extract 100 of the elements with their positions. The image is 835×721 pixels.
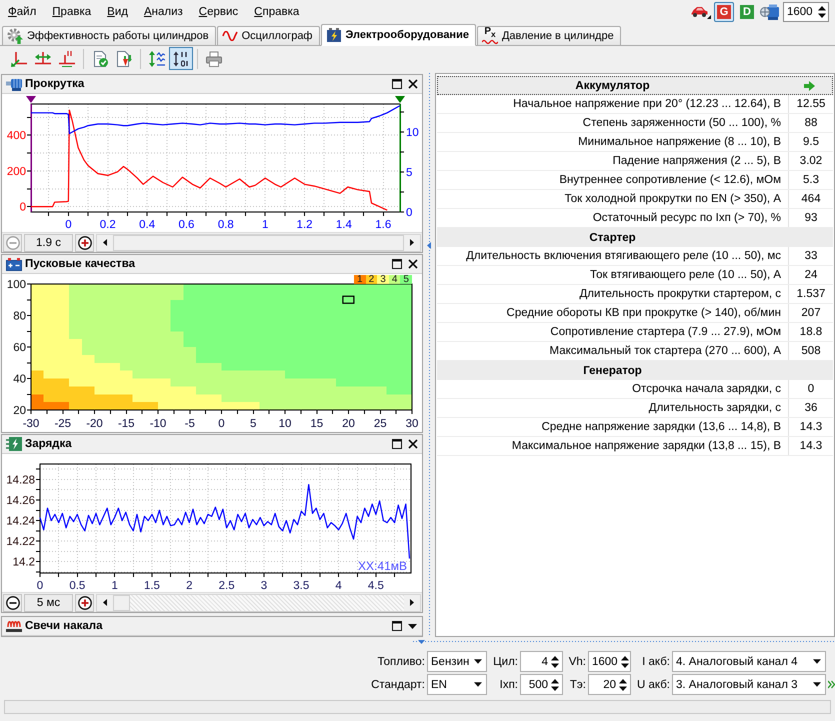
spin-box[interactable]: 1600 — [588, 651, 631, 672]
tab[interactable]: P$_{x}$ Давление в цилиндре — [476, 26, 621, 46]
engine-icon — [760, 4, 780, 20]
x-tick-label: -25 — [54, 418, 72, 430]
parameter-value: 5.3 — [788, 171, 833, 189]
horizontal-scrollbar[interactable] — [96, 234, 421, 252]
maximize-icon — [392, 439, 402, 449]
menu-item[interactable]: Файл — [0, 3, 44, 21]
close-icon — [408, 79, 418, 89]
spin-box[interactable]: 4 — [520, 651, 563, 672]
spin-arrows-icon — [551, 654, 559, 668]
x-tick-label: -5 — [184, 418, 195, 430]
time-scale-field[interactable]: 5 мс — [24, 594, 73, 612]
rpm-spinbox[interactable]: 1600 — [783, 2, 829, 22]
menu-item[interactable]: Анализ — [136, 3, 191, 21]
caret-icon — [474, 659, 482, 664]
zoom-out-button[interactable] — [3, 594, 22, 612]
x-tick-label: 15 — [310, 418, 324, 430]
maximize-icon — [392, 259, 402, 269]
x-tick-label: 25 — [374, 418, 387, 430]
spin-arrows-icon — [619, 678, 627, 692]
parameter-value: 9.5 — [788, 133, 833, 151]
menu-item[interactable]: Сервис — [190, 3, 246, 21]
tab[interactable]: Электрооборудование — [320, 24, 476, 46]
maximize-button[interactable] — [390, 438, 403, 450]
section-header[interactable]: Стартер — [437, 228, 833, 247]
icon-letter: P$_{x}$ — [484, 27, 496, 39]
x-tick-label: 4.5 — [368, 580, 384, 592]
menu-item[interactable]: Справка — [246, 3, 308, 21]
x-tick-label: 0.5 — [69, 580, 86, 592]
scroll-left-button[interactable] — [97, 594, 113, 610]
close-button[interactable] — [406, 78, 419, 90]
cursor-marker-icon[interactable] — [395, 96, 405, 103]
gear-icon — [7, 28, 23, 44]
parameter-value: 464 — [788, 190, 833, 208]
parameter-value: 33 — [788, 247, 833, 265]
x-tick-label: 2 — [186, 580, 192, 592]
legend-item: 2 — [366, 275, 378, 284]
scroll-right-button[interactable] — [404, 234, 420, 250]
tab[interactable]: Эффективность работы цилиндров — [2, 26, 216, 46]
zoom-out-icon — [6, 596, 20, 610]
dropdown[interactable]: 3. Аналоговый канал 3 — [672, 674, 826, 695]
y-tick-label: 60 — [13, 342, 26, 354]
scroll-right-button[interactable] — [404, 594, 420, 610]
y-tick-label: 100 — [6, 279, 26, 291]
x-tick-label: 0.4 — [139, 219, 156, 231]
caret-icon — [408, 624, 417, 628]
mode-button[interactable]: D — [737, 2, 757, 22]
horizontal-scrollbar[interactable] — [96, 594, 421, 612]
right-arrow-icon — [410, 239, 414, 246]
maximize-button[interactable] — [390, 78, 403, 90]
battery-icon — [326, 27, 342, 43]
close-icon — [408, 439, 418, 449]
menu-item[interactable]: Вид — [99, 3, 136, 21]
x-tick-label: 3 — [260, 580, 268, 592]
spin-arrows-icon — [818, 5, 826, 19]
tab[interactable]: Осциллограф — [216, 26, 320, 46]
menu-item[interactable]: Правка — [44, 3, 100, 21]
maximize-icon — [392, 621, 402, 631]
section-title: Аккумулятор — [575, 80, 650, 92]
close-button[interactable] — [406, 258, 419, 270]
section-header[interactable]: Генератор — [437, 361, 833, 380]
field-label: Тэ: — [570, 678, 586, 690]
section-header[interactable]: Аккумулятор — [437, 76, 833, 95]
x-tick-label: -20 — [86, 418, 103, 430]
legend-item: 1 — [354, 275, 366, 284]
parameter-value: 93 — [788, 209, 833, 227]
engine-button[interactable] — [760, 4, 780, 20]
cursor-marker-icon[interactable] — [26, 96, 36, 103]
close-button[interactable] — [406, 438, 419, 450]
x-tick-label: 1 — [111, 580, 118, 592]
maximize-button[interactable] — [390, 620, 403, 632]
x-tick-label: 4 — [335, 580, 342, 592]
spin-box[interactable]: 20 — [588, 674, 631, 695]
zoom-in-button[interactable] — [75, 594, 94, 612]
panel-title: Пусковые качества — [25, 258, 136, 270]
dropdown[interactable]: Бензин — [427, 651, 487, 672]
y-tick-label: 0 — [20, 202, 26, 214]
y-tick-label: 14.22 — [6, 536, 35, 548]
zoom-in-button[interactable] — [75, 234, 94, 252]
panel-title: Свечи накала — [25, 620, 102, 632]
maximize-button[interactable] — [390, 258, 403, 270]
scroll-thumb[interactable] — [113, 594, 130, 610]
legend-item: 3 — [377, 275, 389, 284]
panel-title: Прокрутка — [25, 78, 84, 90]
spin-box[interactable]: 500 — [520, 674, 563, 695]
x-tick-label: -30 — [22, 418, 40, 430]
time-scale-field[interactable]: 1.9 с — [24, 234, 73, 252]
spin-arrows-icon — [551, 678, 559, 692]
x-tick-label: 3.5 — [293, 580, 310, 592]
x-tick-label: 20 — [342, 418, 355, 430]
x-tick-label: 0.2 — [100, 219, 116, 231]
dropdown[interactable]: 4. Аналоговый канал 4 — [672, 651, 826, 672]
car-button[interactable] — [691, 6, 711, 18]
mode-button[interactable]: G — [714, 2, 734, 22]
section-title: Стартер — [589, 232, 636, 244]
scroll-thumb[interactable] — [113, 234, 404, 250]
toolbar-button[interactable] — [169, 47, 193, 70]
scroll-left-button[interactable] — [97, 234, 113, 250]
dropdown[interactable]: EN — [427, 674, 487, 695]
